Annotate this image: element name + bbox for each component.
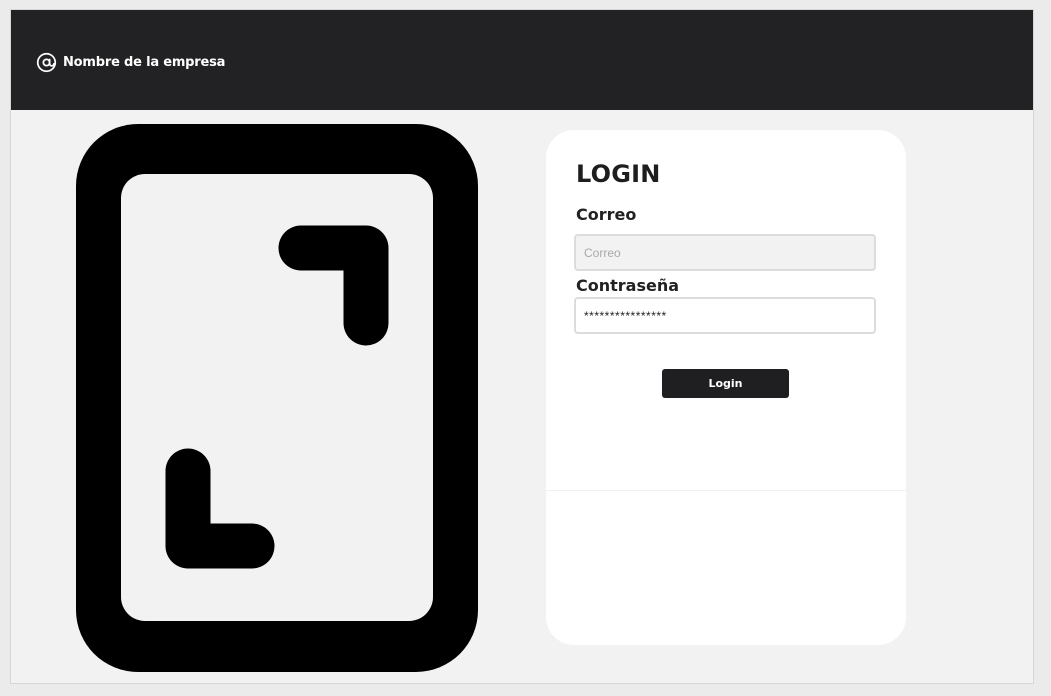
email-label: Correo [576, 205, 637, 224]
password-label: Contraseña [576, 276, 680, 295]
login-button[interactable]: Login [662, 369, 789, 398]
app-frame: Nombre de la empresa LOGIN Correo Contra… [10, 9, 1034, 684]
email-input[interactable] [574, 234, 876, 271]
password-input[interactable] [574, 297, 876, 334]
company-name: Nombre de la empresa [63, 55, 226, 70]
at-sign-icon [36, 52, 57, 73]
login-title: LOGIN [576, 160, 661, 188]
brand[interactable]: Nombre de la empresa [36, 52, 225, 73]
card-divider [546, 490, 906, 491]
tablet-expand-icon [76, 124, 478, 672]
top-header: Nombre de la empresa [11, 10, 1033, 110]
login-card: LOGIN Correo Contraseña Login [546, 130, 906, 645]
